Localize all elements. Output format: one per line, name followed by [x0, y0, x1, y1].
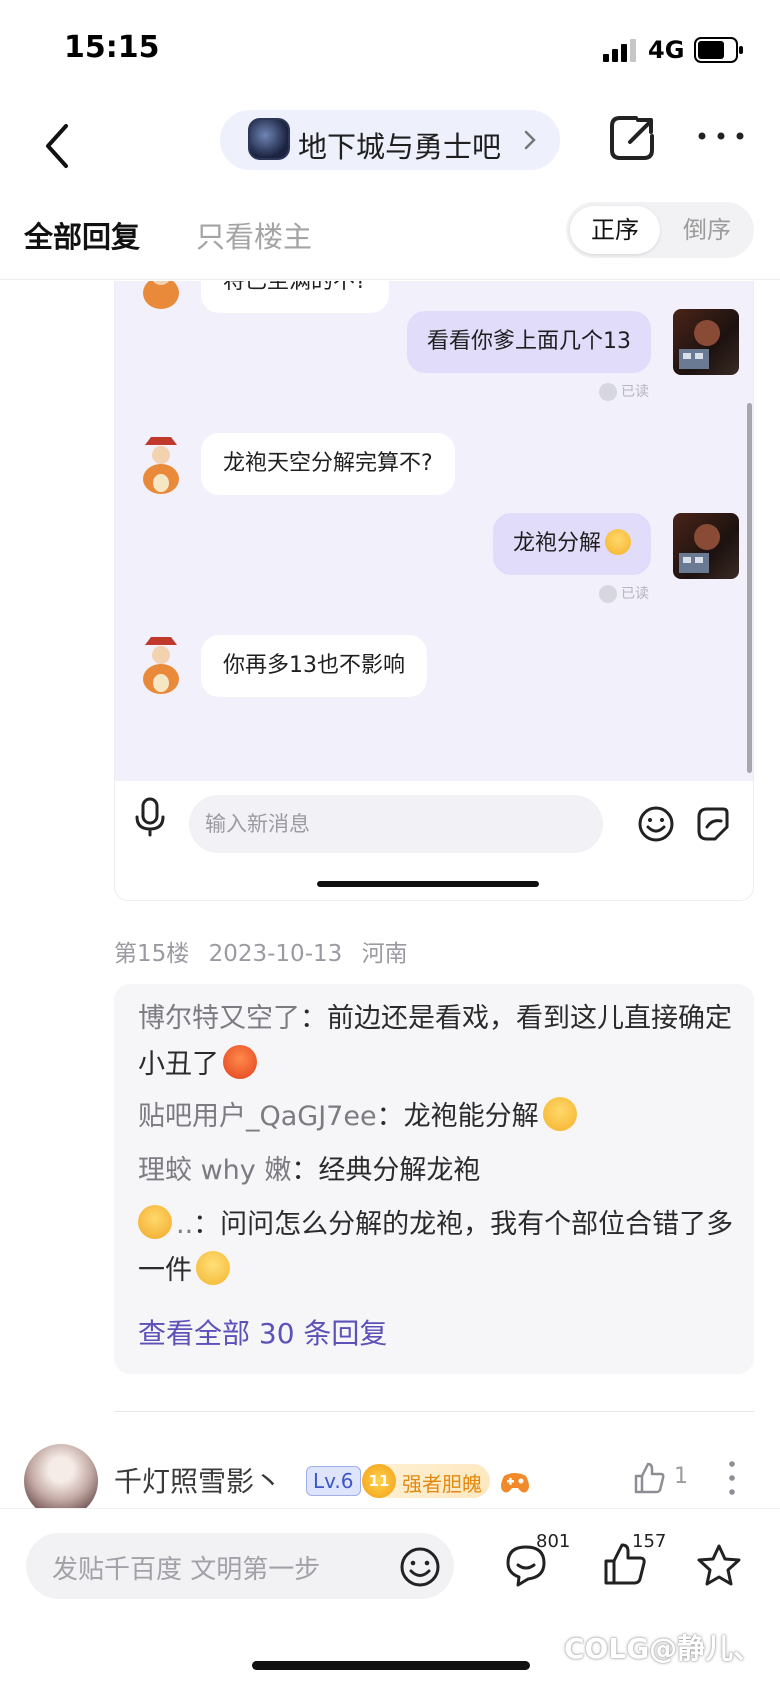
reply-text: 经典分解龙袍: [318, 1155, 481, 1186]
read-status: 已读: [599, 583, 649, 603]
reply-sep: ：: [376, 1101, 404, 1132]
more-vertical-icon[interactable]: [728, 1460, 736, 1496]
compose-input[interactable]: 发贴千百度 文明第一步: [26, 1533, 454, 1599]
reply-sep: ：: [300, 1003, 327, 1034]
more-icon[interactable]: [696, 126, 746, 146]
read-status: 已读: [599, 381, 649, 401]
thumbs-up-icon[interactable]: [632, 1460, 666, 1496]
reply-text: 龙袍能分解: [403, 1101, 539, 1132]
title-badge: 11 强者胆魄: [362, 1464, 490, 1498]
sticker-icon: [697, 807, 729, 841]
next-post-header: 千灯照雪影丶 Lv.6 11 强者胆魄 1: [0, 1440, 780, 1518]
chat-message: 龙袍天空分解完算不?: [201, 433, 455, 495]
like-count: 1: [674, 1464, 688, 1489]
floor-date: 2023-10-13: [208, 941, 343, 967]
chat-message: 将已至满的不?: [201, 281, 389, 313]
question-emoji-icon: [542, 1097, 577, 1131]
bottom-bar: 发贴千百度 文明第一步 801 157 COLG@静儿、: [0, 1508, 780, 1688]
avatar: [131, 433, 191, 497]
comment-count: 801: [536, 1531, 571, 1552]
order-toggle: 正序 倒序: [566, 202, 754, 258]
tab-only-op[interactable]: 只看楼主: [196, 214, 312, 256]
reply-tabs: 全部回复 只看楼主 正序 倒序: [0, 200, 780, 280]
status-bar: 15:15 4G: [0, 0, 780, 96]
emoji-icon: [638, 806, 674, 842]
post-image-chat-screenshot[interactable]: 将已至满的不? 看看你爹上面几个13 已读 龙袍天空分解完算不? 龙袍分解 已读: [114, 281, 754, 901]
battery-icon: [694, 37, 743, 63]
star-icon[interactable]: [696, 1543, 742, 1587]
network-label: 4G: [648, 36, 685, 64]
sub-reply[interactable]: 理蛟 why 嫩：经典分解龙袍: [138, 1148, 738, 1194]
thinking-emoji-icon: [138, 1205, 172, 1239]
chat-message: 看看你爹上面几个13: [407, 311, 651, 373]
watermark: COLG@静儿、: [564, 1632, 762, 1665]
share-icon[interactable]: [606, 112, 658, 164]
sub-reply[interactable]: ..：问问怎么分解的龙袍，我有个部位合错了多一件: [138, 1202, 738, 1294]
sub-replies-box: 博尔特又空了：前边还是看戏，看到这儿直接确定小丑了 贴吧用户_QaGJ7ee：龙…: [114, 984, 754, 1374]
reply-sep: ：: [291, 1155, 319, 1186]
gamepad-icon: [501, 1473, 529, 1493]
avatar: [131, 281, 191, 311]
floor-location: 河南: [361, 941, 408, 967]
forum-avatar: [248, 118, 290, 160]
reply-username[interactable]: 贴吧用户_QaGJ7ee: [138, 1101, 377, 1132]
nav-bar: 地下城与勇士吧: [0, 96, 780, 192]
microphone-icon: [135, 797, 165, 837]
status-time: 15:15: [64, 30, 160, 65]
chat-input: 输入新消息: [189, 795, 603, 853]
reply-username[interactable]: ..: [176, 1209, 193, 1240]
divider: [114, 1411, 754, 1412]
chat-message-text: 龙袍分解: [512, 531, 601, 556]
home-indicator-inner: [317, 881, 539, 887]
smile-emoji-icon: [196, 1251, 230, 1285]
chat-message: 龙袍分解: [492, 513, 651, 575]
level-badge: Lv.6: [306, 1466, 361, 1496]
forum-name: 地下城与勇士吧: [298, 130, 502, 164]
sub-reply[interactable]: 博尔特又空了：前边还是看戏，看到这儿直接确定小丑了: [138, 996, 738, 1088]
chat-input-bar: 输入新消息: [115, 781, 753, 900]
floor-meta: 第15楼 2023-10-13 河南: [114, 934, 420, 968]
chat-area: 将已至满的不? 看看你爹上面几个13 已读 龙袍天空分解完算不? 龙袍分解 已读: [115, 281, 753, 781]
compose-placeholder: 发贴千百度 文明第一步: [52, 1555, 321, 1585]
like-count: 157: [632, 1531, 667, 1552]
avatar: [673, 513, 739, 579]
shocked-emoji-icon: [605, 529, 631, 555]
order-desc-button[interactable]: 倒序: [664, 206, 750, 254]
floor-number: 第15楼: [114, 941, 190, 967]
forum-pill[interactable]: 地下城与勇士吧: [220, 110, 560, 170]
home-indicator: [252, 1661, 530, 1670]
chat-scrollbar: [747, 403, 752, 773]
chevron-right-icon: [524, 130, 536, 150]
order-asc-button[interactable]: 正序: [570, 206, 660, 254]
sub-reply[interactable]: 贴吧用户_QaGJ7ee：龙袍能分解: [138, 1094, 738, 1140]
reply-username[interactable]: 理蛟 why 嫩: [138, 1155, 291, 1186]
badge-title: 强者胆魄: [402, 1472, 482, 1496]
tab-all-replies[interactable]: 全部回复: [24, 214, 140, 256]
emoji-icon[interactable]: [398, 1545, 442, 1589]
badge-gem-icon: 11: [362, 1464, 396, 1498]
chat-message: 你再多13也不影响: [201, 635, 427, 697]
view-all-replies-link[interactable]: 查看全部 30 条回复: [138, 1312, 387, 1352]
avatar: [673, 309, 739, 375]
angry-emoji-icon: [223, 1045, 257, 1079]
reply-sep: ：: [193, 1209, 221, 1240]
reply-username[interactable]: 博尔特又空了: [138, 1003, 300, 1034]
back-icon[interactable]: [38, 114, 78, 174]
signal-icon: [603, 38, 639, 62]
avatar: [131, 633, 191, 697]
avatar[interactable]: [24, 1444, 98, 1518]
post-username[interactable]: 千灯照雪影丶: [114, 1460, 282, 1500]
